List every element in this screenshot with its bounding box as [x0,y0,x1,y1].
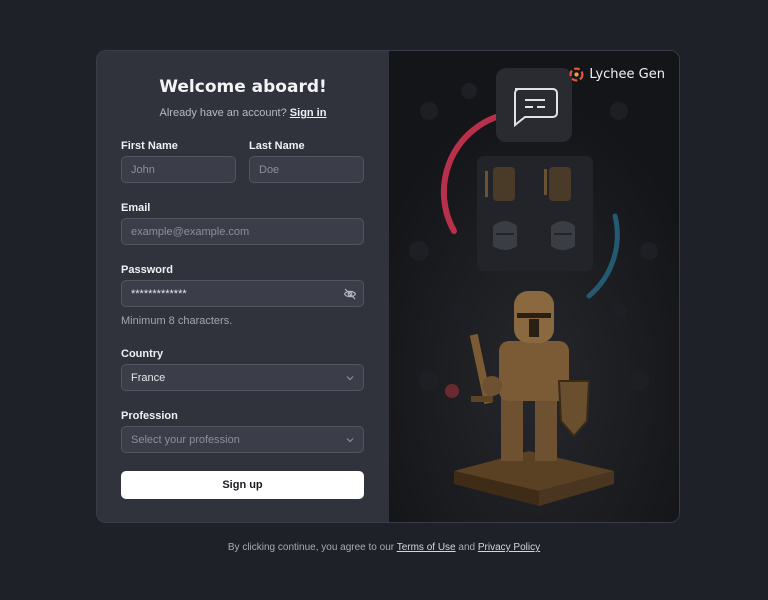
have-account-text: Already have an account? [159,107,287,119]
sign-up-button[interactable]: Sign up [121,471,364,499]
country-label: Country [121,348,164,360]
privacy-link[interactable]: Privacy Policy [478,542,540,553]
signup-form: Welcome aboard! Already have an account?… [97,51,389,522]
legal-footer: By clicking continue, you agree to our T… [0,542,768,553]
password-label: Password [121,264,173,276]
sign-in-link[interactable]: Sign in [290,107,327,119]
footer-and: and [458,542,476,553]
last-name-label: Last Name [249,140,305,152]
password-input[interactable] [121,280,364,307]
footer-text: By clicking continue, you agree to our [227,542,395,553]
signin-prompt: Already have an account? Sign in [97,107,389,119]
knight-illustration [389,51,679,522]
brand-name: Lychee Gen [589,67,665,82]
profession-label: Profession [121,410,178,422]
profession-placeholder: Select your profession [131,433,240,446]
first-name-label: First Name [121,140,178,152]
page-title: Welcome aboard! [159,77,327,97]
signup-card: Welcome aboard! Already have an account?… [96,50,680,523]
chevron-down-icon [346,437,354,442]
lychee-logo-icon [569,67,584,82]
terms-link[interactable]: Terms of Use [397,542,456,553]
first-name-input[interactable] [121,156,236,183]
chevron-down-icon [346,375,354,380]
country-value: France [131,371,166,384]
email-label: Email [121,202,151,214]
profession-select[interactable]: Select your profession [121,426,364,453]
email-input[interactable] [121,218,364,245]
last-name-input[interactable] [249,156,364,183]
password-hint: Minimum 8 characters. [121,315,233,327]
brand: Lychee Gen [569,67,665,82]
country-select[interactable]: France [121,364,364,391]
hero-artwork: Lychee Gen [389,51,679,522]
eye-off-icon[interactable] [343,287,357,301]
